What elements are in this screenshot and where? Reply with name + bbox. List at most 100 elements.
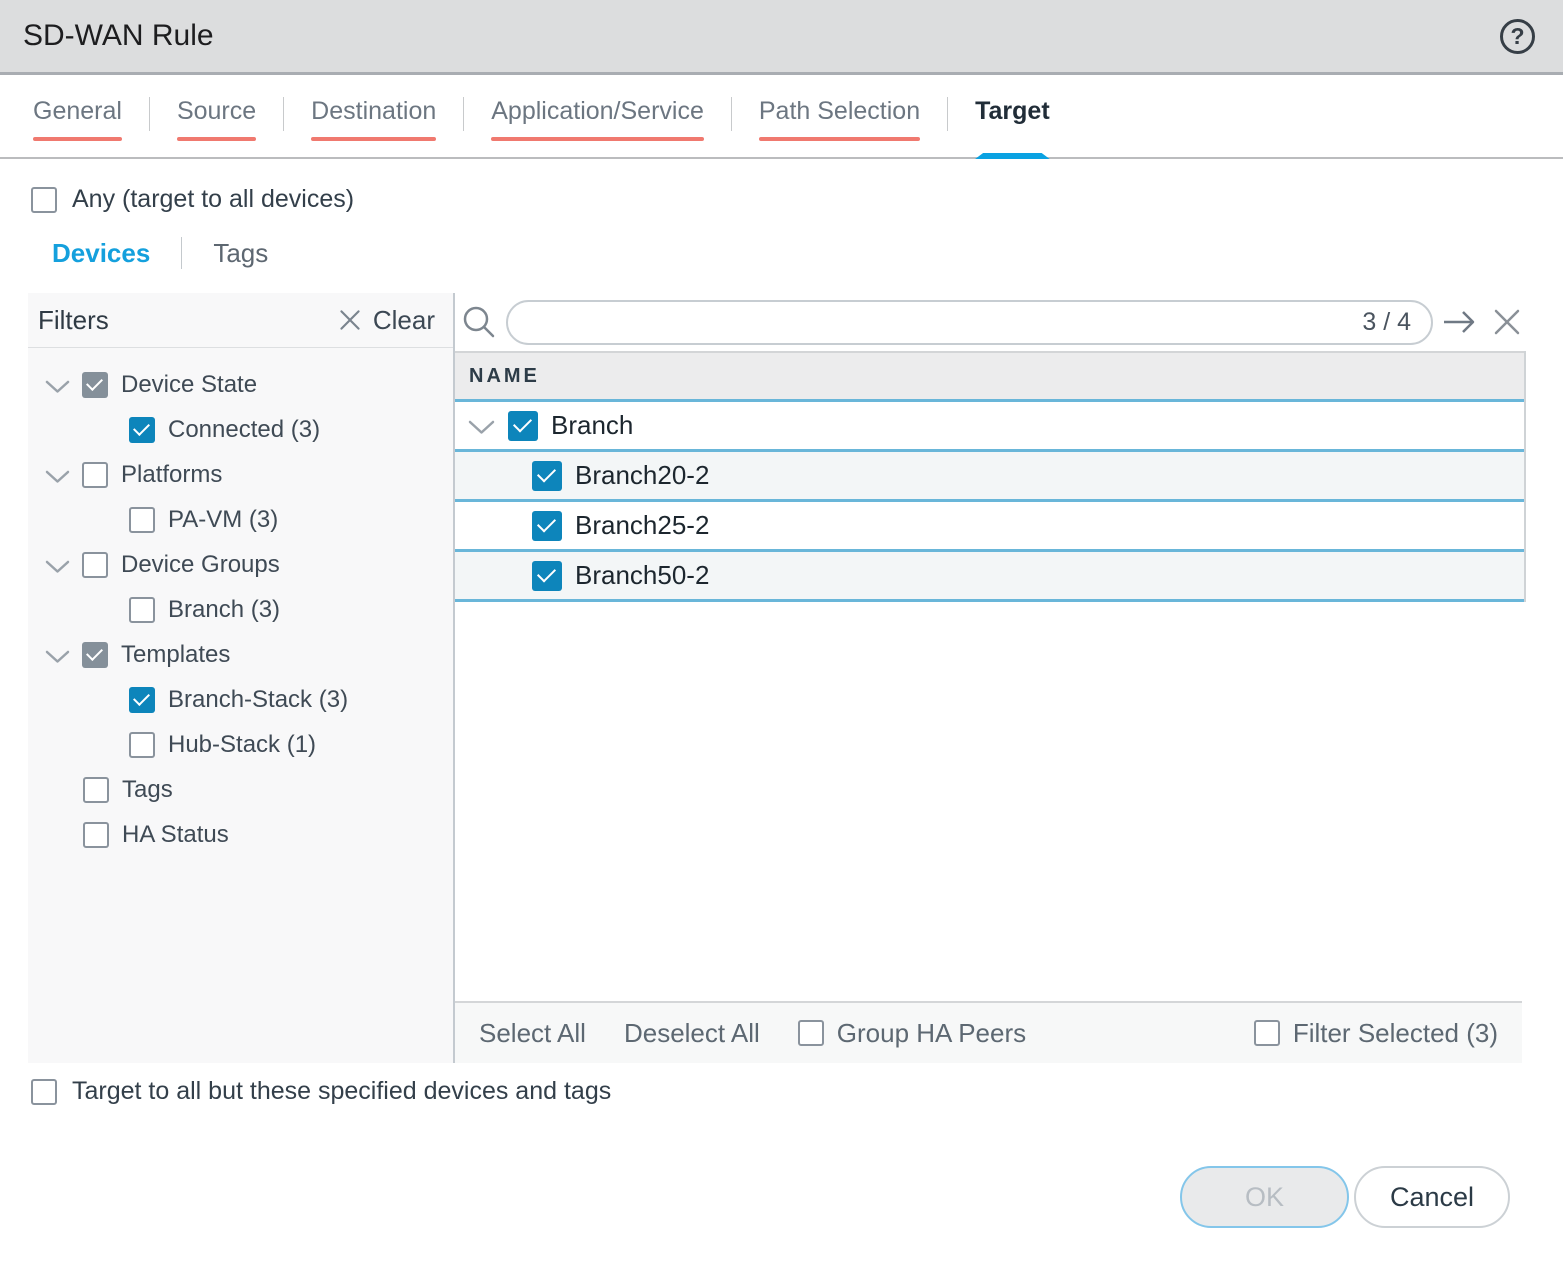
filter-item-ha-status[interactable]: HA Status bbox=[28, 812, 453, 857]
device-row-branch[interactable]: Branch bbox=[455, 402, 1524, 449]
device-row-checkbox[interactable] bbox=[532, 511, 562, 541]
filter-item-platforms[interactable]: Platforms bbox=[28, 452, 453, 497]
search-input[interactable] bbox=[528, 308, 1350, 337]
filter-checkbox[interactable] bbox=[83, 777, 109, 803]
any-target-row: Any (target to all devices) bbox=[31, 185, 1563, 214]
device-row-label: Branch25-2 bbox=[575, 510, 709, 541]
subtab-tags[interactable]: Tags bbox=[213, 238, 268, 269]
tab-label: Path Selection bbox=[759, 95, 920, 127]
tab-source[interactable]: Source bbox=[177, 95, 256, 157]
device-row-branch25-2[interactable]: Branch25-2 bbox=[455, 502, 1524, 549]
tab-destination[interactable]: Destination bbox=[311, 95, 436, 157]
filter-item-branch-group[interactable]: Branch (3) bbox=[28, 587, 453, 632]
tab-path-selection[interactable]: Path Selection bbox=[759, 95, 920, 157]
filter-checkbox[interactable] bbox=[129, 507, 155, 533]
filter-label: Branch-Stack (3) bbox=[168, 686, 348, 714]
tab-label: Target bbox=[975, 95, 1050, 127]
device-row-checkbox[interactable] bbox=[508, 411, 538, 441]
group-ha-peers-option: Group HA Peers bbox=[798, 1018, 1026, 1049]
search-row: 3 / 4 bbox=[455, 293, 1563, 351]
search-icon bbox=[461, 304, 497, 340]
chevron-down-icon[interactable] bbox=[45, 470, 70, 484]
help-icon[interactable]: ? bbox=[1500, 19, 1535, 54]
subtab-devices[interactable]: Devices bbox=[52, 238, 150, 269]
filter-label: Platforms bbox=[121, 461, 222, 489]
device-row-label: Branch20-2 bbox=[575, 460, 709, 491]
filter-selected-checkbox[interactable] bbox=[1254, 1020, 1280, 1046]
filter-checkbox[interactable] bbox=[82, 462, 108, 488]
tab-error-underline bbox=[33, 137, 122, 141]
clear-filters-button[interactable]: Clear bbox=[338, 305, 435, 336]
any-target-checkbox[interactable] bbox=[31, 187, 57, 213]
target-all-but-checkbox[interactable] bbox=[31, 1079, 57, 1105]
filter-item-connected[interactable]: Connected (3) bbox=[28, 407, 453, 452]
tab-general[interactable]: General bbox=[33, 95, 122, 157]
filter-checkbox[interactable] bbox=[129, 597, 155, 623]
tab-target[interactable]: Target bbox=[975, 95, 1050, 157]
tab-label: Destination bbox=[311, 95, 436, 127]
close-icon bbox=[1492, 307, 1522, 337]
filter-label: Device State bbox=[121, 371, 257, 399]
device-row-label: Branch bbox=[551, 410, 633, 441]
chevron-down-icon[interactable] bbox=[45, 380, 70, 394]
chevron-down-icon[interactable] bbox=[468, 420, 495, 435]
device-row-branch20-2[interactable]: Branch20-2 bbox=[455, 452, 1524, 499]
tab-label: Source bbox=[177, 95, 256, 127]
filter-item-templates[interactable]: Templates bbox=[28, 632, 453, 677]
filter-item-tags[interactable]: Tags bbox=[28, 767, 453, 812]
filter-checkbox[interactable] bbox=[82, 552, 108, 578]
filter-checkbox[interactable] bbox=[82, 372, 108, 398]
filter-item-device-groups[interactable]: Device Groups bbox=[28, 542, 453, 587]
filter-checkbox[interactable] bbox=[129, 417, 155, 443]
subtab-divider bbox=[181, 237, 182, 269]
tab-divider bbox=[463, 97, 464, 131]
column-header-label: NAME bbox=[469, 365, 540, 388]
chevron-down-icon[interactable] bbox=[45, 560, 70, 574]
filter-checkbox[interactable] bbox=[129, 732, 155, 758]
any-target-label: Any (target to all devices) bbox=[72, 185, 354, 214]
filter-item-hub-stack[interactable]: Hub-Stack (1) bbox=[28, 722, 453, 767]
tab-divider bbox=[149, 97, 150, 131]
filter-item-pa-vm[interactable]: PA-VM (3) bbox=[28, 497, 453, 542]
filter-label: Tags bbox=[122, 776, 173, 804]
tab-error-underline bbox=[759, 137, 920, 141]
tab-application-service[interactable]: Application/Service bbox=[491, 95, 704, 157]
arrow-right-icon bbox=[1442, 309, 1478, 335]
name-column-header: NAME bbox=[455, 351, 1524, 399]
filters-title: Filters bbox=[38, 305, 109, 336]
filter-item-branch-stack[interactable]: Branch-Stack (3) bbox=[28, 677, 453, 722]
filter-label: HA Status bbox=[122, 821, 229, 849]
filters-tree: Device State Connected (3) Platforms PA-… bbox=[28, 348, 453, 857]
search-next-button[interactable] bbox=[1442, 309, 1478, 335]
filter-checkbox[interactable] bbox=[129, 687, 155, 713]
device-list-panel: 3 / 4 NAME Branch bbox=[455, 293, 1563, 1063]
tab-error-underline bbox=[491, 137, 704, 141]
filter-checkbox[interactable] bbox=[82, 642, 108, 668]
group-ha-peers-label: Group HA Peers bbox=[837, 1018, 1026, 1049]
filter-selected-option: Filter Selected (3) bbox=[1254, 1018, 1498, 1049]
row-separator bbox=[455, 599, 1524, 602]
tab-label: General bbox=[33, 95, 122, 127]
group-ha-peers-checkbox[interactable] bbox=[798, 1020, 824, 1046]
device-row-branch50-2[interactable]: Branch50-2 bbox=[455, 552, 1524, 599]
device-row-checkbox[interactable] bbox=[532, 461, 562, 491]
filter-checkbox[interactable] bbox=[83, 822, 109, 848]
filter-selected-label: Filter Selected (3) bbox=[1293, 1018, 1498, 1049]
search-pill: 3 / 4 bbox=[506, 300, 1433, 345]
title-bar: SD-WAN Rule ? bbox=[0, 0, 1563, 75]
filter-label: PA-VM (3) bbox=[168, 506, 278, 534]
filter-label: Connected (3) bbox=[168, 416, 320, 444]
select-all-button[interactable]: Select All bbox=[479, 1018, 586, 1049]
ok-button[interactable]: OK bbox=[1180, 1166, 1349, 1228]
list-footer: Select All Deselect All Group HA Peers F… bbox=[455, 1001, 1522, 1063]
search-clear-button[interactable] bbox=[1492, 307, 1522, 337]
cancel-button[interactable]: Cancel bbox=[1354, 1166, 1510, 1228]
chevron-down-icon[interactable] bbox=[45, 650, 70, 664]
filter-label: Device Groups bbox=[121, 551, 280, 579]
device-row-checkbox[interactable] bbox=[532, 561, 562, 591]
deselect-all-button[interactable]: Deselect All bbox=[624, 1018, 760, 1049]
main-area: Filters Clear Device State Connected (3) bbox=[28, 293, 1563, 1063]
sdwan-rule-dialog: SD-WAN Rule ? General Source Destination… bbox=[0, 0, 1563, 1262]
filter-item-device-state[interactable]: Device State bbox=[28, 362, 453, 407]
filter-label: Branch (3) bbox=[168, 596, 280, 624]
